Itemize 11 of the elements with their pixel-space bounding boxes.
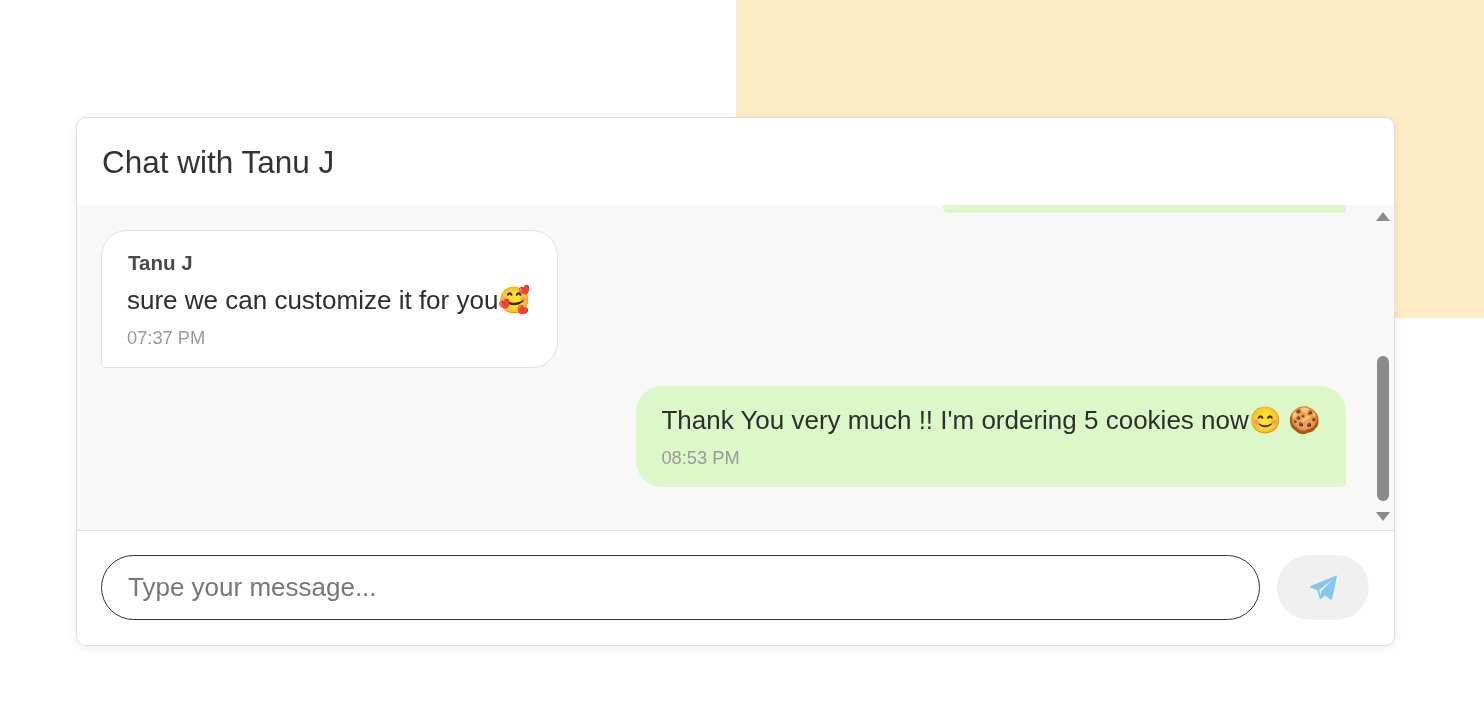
scrollbar-thumb[interactable] bbox=[1376, 356, 1389, 501]
sender-name: Tanu J bbox=[128, 251, 194, 275]
message-time: 08:53 PM bbox=[661, 447, 741, 469]
message-text: sure we can customize it for you🥰 bbox=[127, 285, 531, 315]
chat-title: Chat with Tanu J bbox=[102, 142, 335, 181]
message-text: Thank You very much !! I'm ordering 5 cookies now😊 🍪 bbox=[661, 405, 1320, 435]
send-icon bbox=[1309, 575, 1337, 600]
scroll-up-icon[interactable] bbox=[1375, 212, 1390, 221]
scroll-down-icon[interactable] bbox=[1375, 512, 1390, 521]
message-time: 07:37 PM bbox=[127, 327, 207, 349]
message-input[interactable]: Type your message... bbox=[101, 555, 1260, 620]
